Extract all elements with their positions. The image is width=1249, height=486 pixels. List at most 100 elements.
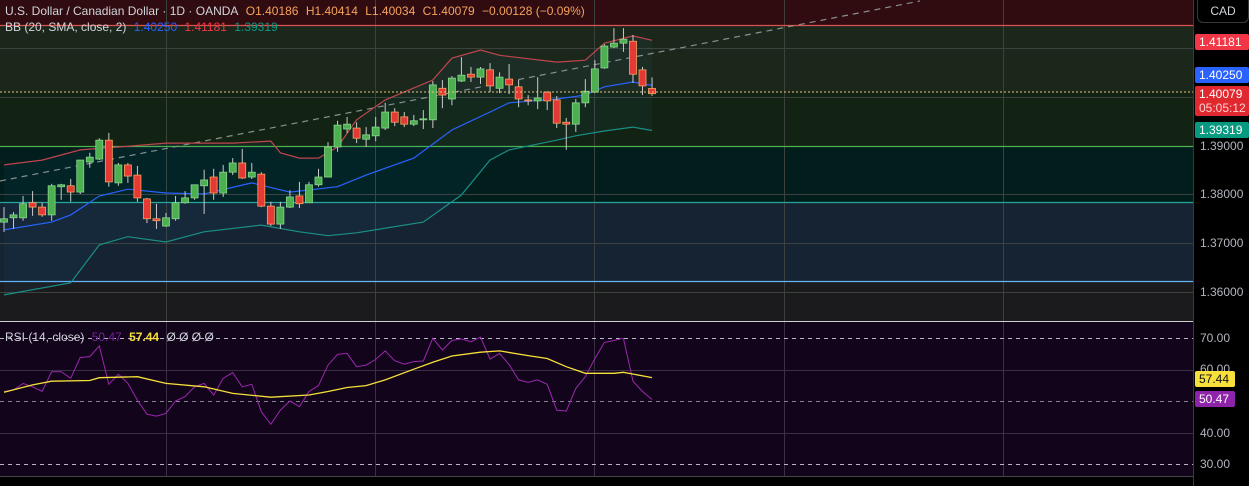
candle-body: [648, 88, 656, 95]
candle-body: [543, 91, 552, 102]
price-axis[interactable]: CAD 1.39000 1.38000 1.37000 1.36000 1.41…: [1193, 0, 1249, 486]
candle-body: [486, 69, 494, 87]
bb-upper-value: 1.41181: [184, 20, 227, 34]
ohlc-open: O1.40186: [245, 4, 299, 18]
candle-body: [181, 197, 189, 204]
candle-body: [581, 90, 590, 104]
bb-upper-tag: 1.41181: [1195, 34, 1249, 50]
candle-body: [257, 173, 266, 207]
candle-body: [228, 162, 237, 173]
candle-body: [381, 111, 390, 129]
candle-body: [524, 99, 533, 102]
candle-body: [571, 102, 580, 125]
candle-body: [219, 171, 228, 194]
candle-body: [133, 174, 142, 199]
candle: [257, 172, 266, 208]
candle-body: [190, 184, 199, 199]
candle-body: [457, 74, 466, 82]
bb-label[interactable]: BB (20, SMA, close, 2): [5, 20, 126, 34]
candle-body: [295, 195, 304, 205]
ohlc-low: L1.40034: [365, 4, 416, 18]
candle: [333, 120, 342, 152]
candle-body: [400, 116, 409, 125]
candle-body: [324, 146, 332, 178]
candle-body: [57, 184, 66, 188]
candle-body: [209, 176, 218, 194]
rsi-axis-label: 70.00: [1200, 331, 1231, 345]
rsi-legend[interactable]: RSI (14, close) 50.47 57.44 Ø Ø Ø Ø: [5, 330, 218, 344]
candle-body: [448, 77, 456, 100]
rsi-value: 50.47: [91, 330, 122, 344]
candle-body: [162, 217, 170, 227]
candle-body: [600, 45, 609, 69]
candle-body: [619, 38, 628, 44]
candle-body: [238, 162, 247, 179]
candle-body: [0, 218, 8, 223]
candle-body: [390, 111, 399, 123]
time-axis-border: [0, 476, 1249, 477]
candle-body: [610, 42, 618, 48]
candle-body: [19, 203, 27, 219]
candle-body: [114, 164, 123, 184]
rsi-tag: 50.47: [1195, 391, 1235, 407]
candle: [47, 183, 56, 221]
rsi-label[interactable]: RSI (14, close): [5, 330, 84, 344]
candle-body: [533, 97, 542, 102]
candle-body: [562, 121, 571, 125]
candle-body: [419, 118, 428, 121]
price-label: 1.36000: [1200, 285, 1244, 299]
candle-body: [143, 198, 151, 220]
price-label: 1.38000: [1200, 187, 1244, 201]
candle-body: [629, 40, 637, 75]
candle-body: [362, 134, 371, 140]
candle-body: [333, 124, 342, 148]
rsi-axis-label: 40.00: [1200, 426, 1231, 440]
candle-body: [95, 139, 104, 160]
candle-body: [247, 171, 256, 178]
candle: [190, 184, 199, 200]
candle-body: [76, 159, 85, 193]
last-price-tag: 1.40079 05:05:12: [1195, 86, 1249, 116]
candle-body: [371, 126, 380, 137]
price-label: 1.39000: [1200, 139, 1244, 153]
candle-body: [314, 176, 323, 186]
symbol-legend: U.S. Dollar / Canadian Dollar · 1D · OAN…: [5, 4, 589, 18]
rsi-axis-label: 30.00: [1200, 457, 1231, 471]
candle-body: [428, 84, 437, 121]
price-chart[interactable]: [0, 0, 1193, 321]
rsi-chart[interactable]: [0, 322, 1193, 476]
symbol-title[interactable]: U.S. Dollar / Canadian Dollar · 1D · OAN…: [5, 4, 238, 18]
candle-body: [409, 120, 418, 125]
bb-basis-value: 1.40250: [133, 20, 178, 34]
candle-body: [28, 202, 37, 208]
candle-body: [104, 139, 113, 183]
candle-body: [38, 206, 47, 216]
candle-body: [352, 127, 361, 139]
candle: [600, 44, 609, 69]
candle-body: [85, 156, 94, 163]
candle-body: [276, 206, 285, 225]
candle: [324, 142, 332, 178]
candle-body: [200, 179, 209, 187]
candle: [76, 159, 85, 195]
candle: [114, 162, 123, 186]
bb-legend[interactable]: BB (20, SMA, close, 2) 1.40250 1.41181 1…: [5, 20, 282, 34]
rsi-ma-value: 57.44: [129, 330, 160, 344]
candle-body: [476, 68, 485, 78]
pane-separator[interactable]: [0, 321, 1249, 322]
last-price: 1.40079: [1199, 87, 1243, 101]
candle: [305, 181, 313, 204]
currency-button[interactable]: CAD: [1197, 0, 1249, 23]
bb-lower-value: 1.39319: [234, 20, 278, 34]
candle-body: [495, 76, 504, 89]
rsi-ma-tag: 57.44: [1195, 371, 1235, 387]
bb-basis-tag: 1.40250: [1195, 67, 1249, 83]
candle-body: [123, 164, 132, 177]
candle-body: [514, 86, 523, 100]
candle-body: [467, 73, 475, 78]
candle-body: [285, 196, 294, 208]
candle-body: [152, 218, 161, 222]
candle-body: [590, 68, 599, 93]
candle-body: [638, 69, 647, 87]
candle-body: [47, 185, 56, 216]
